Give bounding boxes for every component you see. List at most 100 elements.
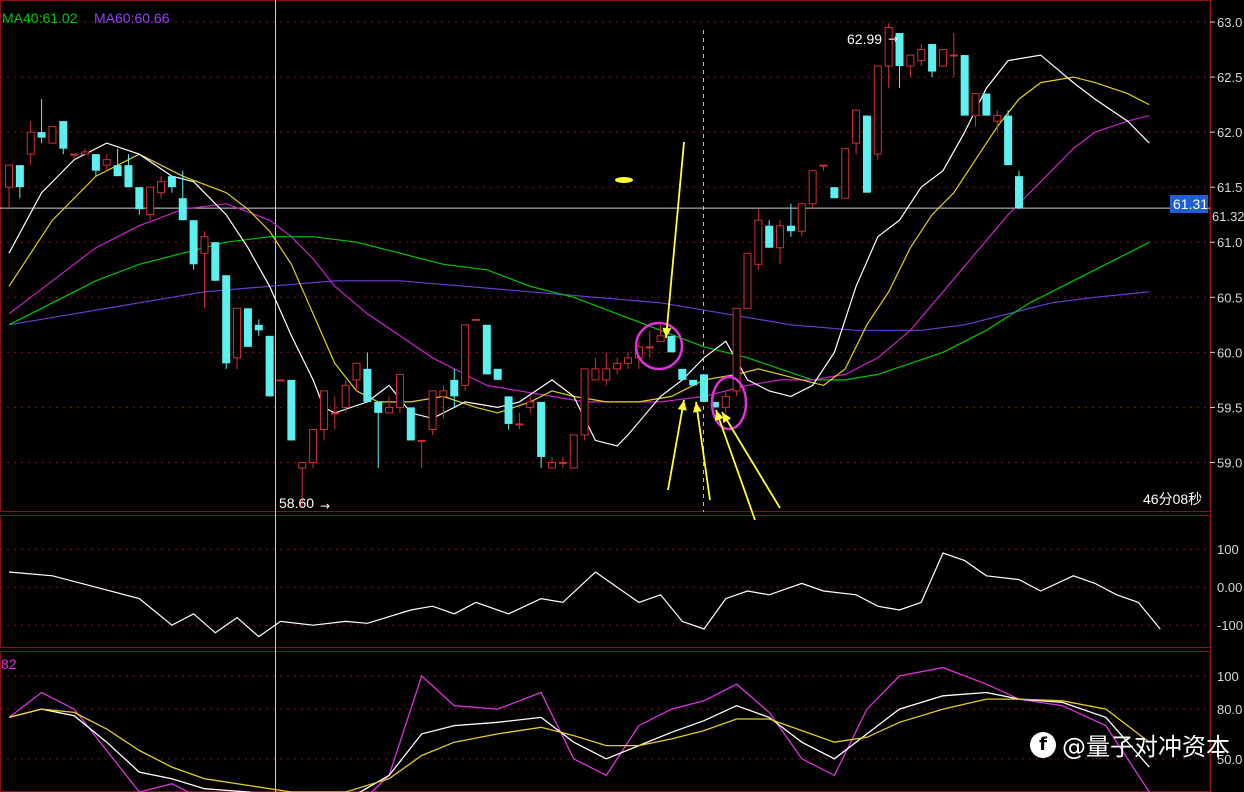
candle-body — [754, 219, 763, 265]
candle-body — [591, 368, 600, 381]
candle-body — [211, 242, 220, 281]
candle-body — [341, 384, 350, 408]
candle-body — [265, 335, 274, 397]
candle — [48, 126, 57, 144]
price-tick-label: 62.5 — [1217, 70, 1242, 85]
candle — [406, 407, 415, 441]
watermark-logo-icon: f — [1030, 731, 1056, 758]
candle — [830, 187, 839, 199]
legend-ma60: MA60:60.66 — [94, 10, 170, 26]
candle-body — [461, 324, 470, 386]
candle — [243, 308, 252, 347]
candle-body — [417, 439, 426, 442]
candle — [1014, 170, 1023, 210]
candle-body — [493, 368, 502, 380]
current-price-value: 61.31 — [1173, 196, 1208, 212]
candle-body — [776, 225, 785, 249]
candle-body — [786, 225, 795, 232]
candle-body — [200, 236, 209, 254]
candle-body — [482, 324, 491, 375]
candle-body — [178, 198, 187, 221]
candle — [678, 368, 687, 380]
candle-body — [537, 401, 546, 457]
candle — [189, 220, 198, 270]
candle-body — [222, 275, 231, 364]
candle-body — [330, 412, 339, 415]
candle-body — [613, 362, 622, 370]
candle-body — [1004, 115, 1013, 166]
bottom-tick-label: 80.0 — [1217, 702, 1242, 717]
candle-body — [124, 165, 133, 188]
candle-body — [157, 181, 166, 194]
watermark-text: @量子对冲资本 — [1062, 733, 1230, 761]
candle-body — [971, 93, 980, 117]
candle-body — [949, 54, 958, 57]
candle-body — [428, 390, 437, 430]
candle-body — [938, 49, 947, 67]
candle-body — [689, 379, 698, 386]
price-tick-label: 60.5 — [1217, 290, 1242, 305]
candle — [395, 373, 404, 413]
candle — [482, 324, 491, 375]
candle-body — [1014, 176, 1023, 209]
candle — [689, 379, 698, 386]
candle-body — [254, 324, 263, 331]
stock-chart[interactable]: → → 63.0 62.5 62.0 61.5 61.0 60.5 60.0 59.5 59.0 1… — [0, 0, 1244, 792]
mid-tick-label: 0.00 — [1217, 580, 1242, 595]
candle-body — [146, 186, 155, 216]
candle — [700, 374, 709, 402]
candle-body — [59, 121, 68, 149]
candle — [862, 115, 871, 193]
candle — [276, 379, 285, 382]
candle-body — [81, 151, 90, 155]
candle-body — [656, 335, 665, 342]
candle-body — [515, 423, 524, 426]
candle-body — [819, 164, 828, 167]
candle-body — [765, 225, 774, 248]
candle — [471, 318, 480, 321]
candle-body — [113, 165, 122, 177]
candle — [428, 390, 437, 435]
candle-body — [526, 401, 535, 408]
candle-body — [917, 49, 926, 62]
candle-body — [852, 109, 861, 144]
candle — [265, 335, 274, 397]
candle-body — [309, 428, 318, 463]
candle-body — [471, 318, 480, 321]
candle-body — [5, 164, 13, 188]
low-price-label: 58.60 — [279, 495, 314, 511]
bottom-panel-left-label: 82 — [1, 656, 17, 672]
candle-body — [352, 362, 361, 381]
legend-ma40: MA40:61.02 — [2, 10, 78, 26]
candle-body — [167, 176, 176, 188]
mid-tick-label: -100 — [1217, 618, 1243, 633]
price-tick-label: 59.5 — [1217, 400, 1242, 415]
candle-body — [993, 115, 1002, 122]
price-tick-label: 63.0 — [1217, 15, 1242, 30]
candle-body — [548, 461, 556, 469]
candle-body — [906, 54, 915, 67]
candle — [1004, 110, 1013, 166]
annotation-dash — [615, 177, 633, 183]
mid-tick-label: 100 — [1217, 542, 1239, 557]
price-tick-label: 61.5 — [1217, 180, 1242, 195]
price-tick-label: 59.0 — [1217, 455, 1242, 470]
candle-body — [319, 390, 328, 430]
candle — [743, 252, 752, 309]
candle — [493, 368, 502, 380]
candle-body — [363, 368, 372, 402]
candle-body — [624, 357, 633, 364]
candle-body — [276, 379, 285, 382]
candle-body — [721, 395, 730, 408]
price-tick-label: 61.0 — [1217, 235, 1242, 250]
candle-body — [37, 132, 46, 138]
candle-body — [808, 170, 817, 205]
candle-body — [667, 335, 676, 353]
candle-body — [830, 187, 839, 199]
candle-body — [15, 165, 24, 188]
candle — [211, 242, 220, 281]
candle-body — [645, 346, 654, 349]
candle — [808, 170, 817, 210]
watermark: f @量子对冲资本 — [1030, 727, 1230, 762]
candle — [841, 148, 850, 199]
